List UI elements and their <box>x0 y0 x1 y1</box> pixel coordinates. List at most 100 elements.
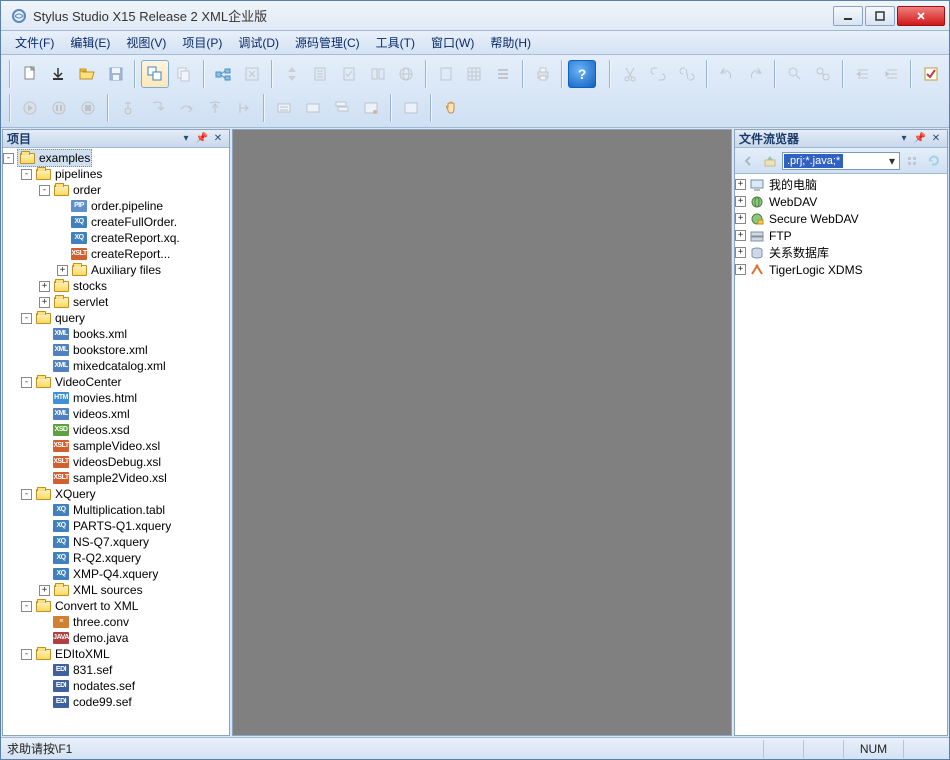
diff-button[interactable] <box>364 60 392 88</box>
bookmark-button[interactable] <box>397 94 425 122</box>
toolbar-grip[interactable] <box>7 60 13 88</box>
indent-button[interactable] <box>849 60 877 88</box>
collapse-icon[interactable]: - <box>21 649 32 660</box>
source-row[interactable]: +关系数据库 <box>735 244 947 261</box>
help-button[interactable]: ? <box>568 60 596 88</box>
project-tree-body[interactable]: -examples-pipelines-orderPIPorder.pipeli… <box>3 148 229 735</box>
download-button[interactable] <box>45 60 73 88</box>
redo-button[interactable] <box>741 60 769 88</box>
minimize-button[interactable] <box>833 6 863 26</box>
grid-button[interactable] <box>461 60 489 88</box>
filebrowser-body[interactable]: +我的电脑+WebDAV+Secure WebDAV+FTP+关系数据库+Tig… <box>735 174 947 735</box>
tree-row[interactable]: -Convert to XML <box>3 598 229 614</box>
toolbar-grip[interactable] <box>7 94 13 122</box>
menu-item[interactable]: 调试(D) <box>230 32 287 53</box>
open-button[interactable] <box>73 60 101 88</box>
step-into-button[interactable] <box>143 94 171 122</box>
save-button[interactable] <box>102 60 130 88</box>
panel-pin-button[interactable]: 📌 <box>913 132 927 146</box>
convert-button[interactable] <box>238 60 266 88</box>
tree-row[interactable]: HTMmovies.html <box>3 390 229 406</box>
source-row[interactable]: +我的电脑 <box>735 176 947 193</box>
menu-item[interactable]: 帮助(H) <box>482 32 539 53</box>
find-button[interactable] <box>781 60 809 88</box>
debug-stop-button[interactable] <box>74 94 102 122</box>
fb-back-button[interactable] <box>738 151 758 171</box>
maximize-button[interactable] <box>865 6 895 26</box>
expand-icon[interactable]: + <box>39 281 50 292</box>
tree-row[interactable]: XQXMP-Q4.xquery <box>3 566 229 582</box>
panel-menu-button[interactable]: ▾ <box>179 132 193 146</box>
tree-row[interactable]: +Auxiliary files <box>3 262 229 278</box>
expand-icon[interactable]: + <box>39 585 50 596</box>
project-tree[interactable]: -examples-pipelines-orderPIPorder.pipeli… <box>3 148 229 712</box>
tree-row[interactable]: XSDvideos.xsd <box>3 422 229 438</box>
outdent-button[interactable] <box>878 60 906 88</box>
pipeline-button[interactable] <box>210 60 238 88</box>
list-button[interactable] <box>489 60 517 88</box>
source-row[interactable]: +WebDAV <box>735 193 947 210</box>
menu-item[interactable]: 工具(T) <box>368 32 423 53</box>
panel-close-button[interactable]: ✕ <box>929 132 943 146</box>
menu-item[interactable]: 项目(P) <box>174 32 230 53</box>
panel-pin-button[interactable]: 📌 <box>195 132 209 146</box>
expand-icon[interactable]: + <box>735 196 746 207</box>
expand-icon[interactable]: + <box>39 297 50 308</box>
menu-item[interactable]: 源码管理(C) <box>287 32 368 53</box>
tree-row[interactable]: XMLbookstore.xml <box>3 342 229 358</box>
breakpoint-button[interactable] <box>114 94 142 122</box>
web-button[interactable] <box>392 60 420 88</box>
expand-icon[interactable]: + <box>735 179 746 190</box>
undo-button[interactable] <box>713 60 741 88</box>
collapse-icon[interactable]: - <box>21 489 32 500</box>
tree-row[interactable]: +stocks <box>3 278 229 294</box>
tree-row[interactable]: -EDItoXML <box>3 646 229 662</box>
close-button[interactable] <box>897 6 945 26</box>
expand-icon[interactable]: + <box>735 264 746 275</box>
source-row[interactable]: +FTP <box>735 227 947 244</box>
tree-row[interactable]: XMLvideos.xml <box>3 406 229 422</box>
copy-button[interactable] <box>170 60 198 88</box>
tree-row[interactable]: XSLTvideosDebug.xsl <box>3 454 229 470</box>
tree-row[interactable]: XQMultiplication.tabl <box>3 502 229 518</box>
editor-area[interactable] <box>232 129 732 736</box>
tree-row[interactable]: XMLbooks.xml <box>3 326 229 342</box>
fb-filter-button[interactable] <box>902 151 922 171</box>
expand-icon[interactable]: + <box>735 213 746 224</box>
menu-item[interactable]: 视图(V) <box>118 32 174 53</box>
tree-row[interactable]: +servlet <box>3 294 229 310</box>
expand-icon[interactable]: + <box>735 230 746 241</box>
debug-start-button[interactable] <box>16 94 44 122</box>
tree-row[interactable]: EDIcode99.sef <box>3 694 229 710</box>
replace-button[interactable] <box>810 60 838 88</box>
hand-tool-button[interactable] <box>437 94 465 122</box>
panel-menu-button[interactable]: ▾ <box>897 132 911 146</box>
tree-row[interactable]: +XML sources <box>3 582 229 598</box>
schema-button[interactable] <box>306 60 334 88</box>
tree-row[interactable]: XSLTcreateReport... <box>3 246 229 262</box>
tree-row[interactable]: XQNS-Q7.xquery <box>3 534 229 550</box>
collapse-icon[interactable]: - <box>21 601 32 612</box>
tree-row[interactable]: XQcreateFullOrder. <box>3 214 229 230</box>
tree-row[interactable]: XSLTsampleVideo.xsl <box>3 438 229 454</box>
tree-row[interactable]: -XQuery <box>3 486 229 502</box>
validate-button[interactable] <box>335 60 363 88</box>
tree-row[interactable]: PIPorder.pipeline <box>3 198 229 214</box>
fb-refresh-button[interactable] <box>924 151 944 171</box>
step-over-button[interactable] <box>172 94 200 122</box>
callstack-button[interactable] <box>328 94 356 122</box>
watch-button[interactable] <box>270 94 298 122</box>
run-to-cursor-button[interactable] <box>230 94 258 122</box>
menu-item[interactable]: 窗口(W) <box>423 32 482 53</box>
tree-row[interactable]: JAVAdemo.java <box>3 630 229 646</box>
filter-combo[interactable]: .prj;*.java;* ▾ <box>782 152 900 170</box>
step-out-button[interactable] <box>201 94 229 122</box>
tree-row[interactable]: -examples <box>3 150 229 166</box>
print-button[interactable] <box>529 60 557 88</box>
report-button[interactable] <box>432 60 460 88</box>
fb-up-button[interactable] <box>760 151 780 171</box>
collapse-icon[interactable]: - <box>39 185 50 196</box>
tree-row[interactable]: -order <box>3 182 229 198</box>
cut-button[interactable] <box>616 60 644 88</box>
menu-item[interactable]: 编辑(E) <box>62 32 118 53</box>
